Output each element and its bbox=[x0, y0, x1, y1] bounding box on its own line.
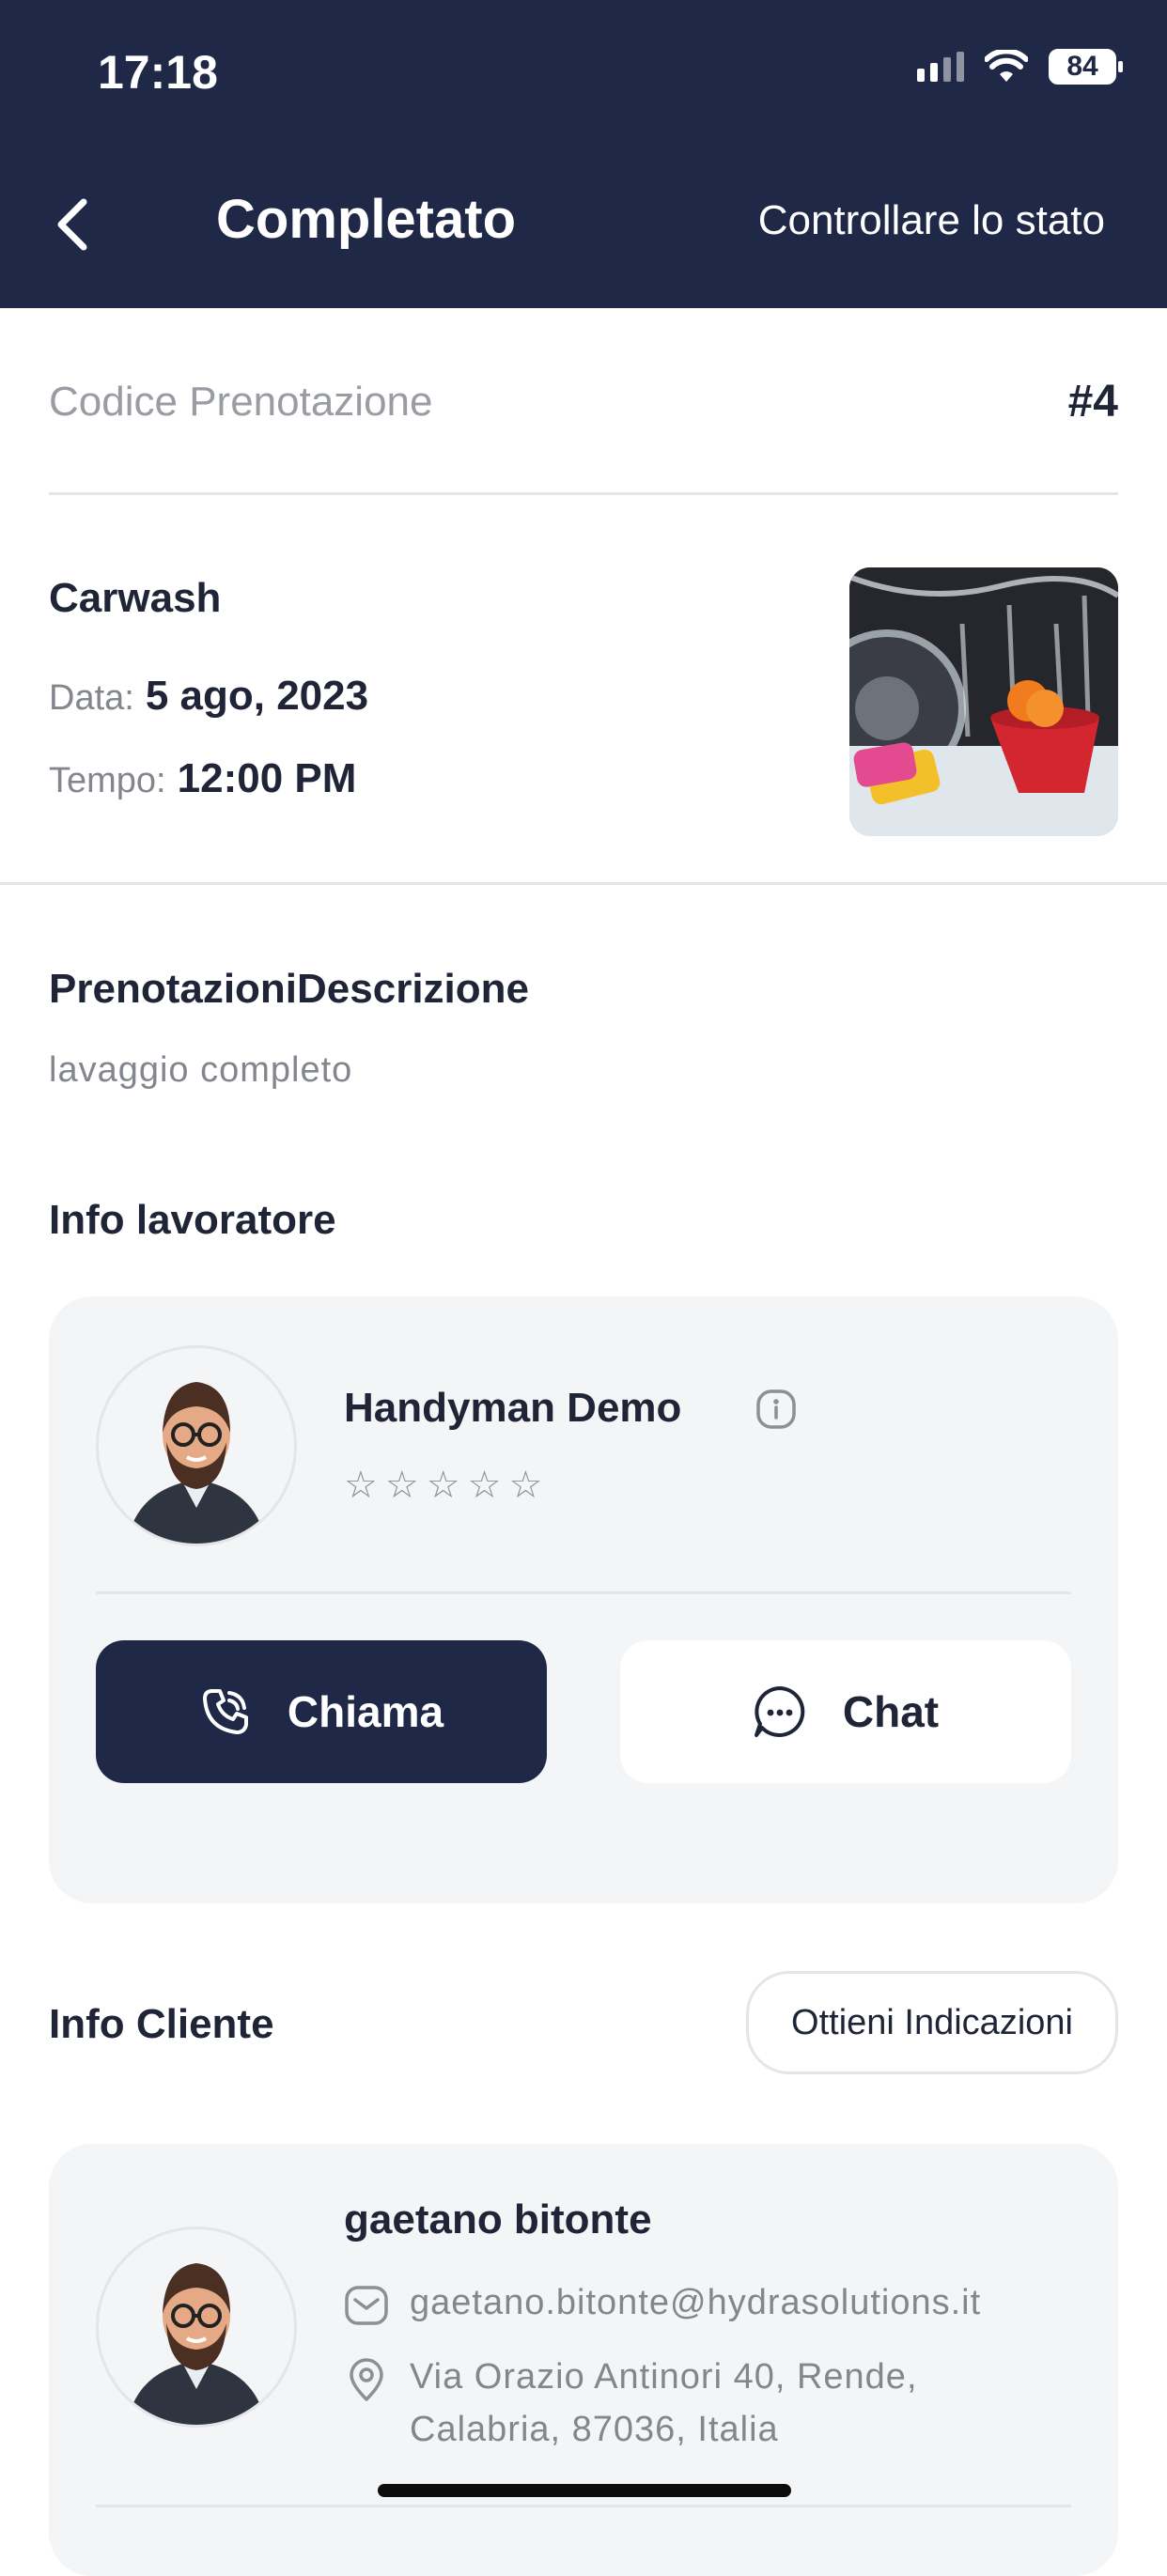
service-name: Carwash bbox=[49, 575, 222, 621]
status-time: 17:18 bbox=[98, 46, 218, 99]
status-icons: 84 bbox=[917, 49, 1123, 85]
back-button[interactable] bbox=[49, 192, 94, 257]
booking-code-row: Codice Prenotazione #4 bbox=[49, 376, 1118, 427]
divider bbox=[49, 492, 1118, 495]
get-directions-button[interactable]: Ottieni Indicazioni bbox=[746, 1971, 1118, 2074]
client-address-line-2: Calabria, 87036, Italia bbox=[410, 2410, 779, 2449]
chat-button[interactable]: Chat bbox=[620, 1640, 1071, 1783]
client-address-row[interactable]: Via Orazio Antinori 40, Rende, Calabria,… bbox=[344, 2357, 918, 2456]
worker-name: Handyman Demo bbox=[344, 1385, 682, 1431]
date-value: 5 ago, 2023 bbox=[145, 673, 369, 719]
home-indicator bbox=[378, 2484, 791, 2497]
description-text: lavaggio completo bbox=[49, 1050, 353, 1090]
call-button[interactable]: Chiama bbox=[96, 1640, 547, 1783]
check-status-button[interactable]: Controllare lo stato bbox=[758, 197, 1105, 244]
time-label: Tempo: bbox=[49, 761, 166, 800]
info-icon[interactable] bbox=[755, 1389, 797, 1435]
location-pin-icon bbox=[350, 2358, 383, 2401]
phone-icon bbox=[202, 1689, 248, 1734]
carwash-illustration bbox=[849, 567, 1118, 836]
chevron-left-icon bbox=[57, 198, 87, 251]
call-label: Chiama bbox=[287, 1687, 444, 1736]
divider bbox=[0, 882, 1167, 885]
star-icon: ☆ bbox=[426, 1465, 468, 1506]
booking-time: Tempo: 12:00 PM bbox=[49, 755, 356, 802]
mail-icon bbox=[345, 2286, 388, 2325]
description-title: PrenotazioniDescrizione bbox=[49, 966, 530, 1012]
divider bbox=[96, 1591, 1071, 1594]
client-name: gaetano bitonte bbox=[344, 2196, 652, 2242]
service-image bbox=[849, 567, 1118, 836]
chat-label: Chat bbox=[842, 1687, 940, 1736]
worker-section-title: Info lavoratore bbox=[49, 1197, 336, 1243]
time-value: 12:00 PM bbox=[177, 755, 357, 801]
avatar-illustration bbox=[127, 1382, 266, 1544]
chat-bubble-icon bbox=[754, 1686, 805, 1737]
wifi-icon bbox=[985, 50, 1028, 82]
client-address-line-1: Via Orazio Antinori 40, Rende, bbox=[410, 2357, 918, 2397]
star-icon: ☆ bbox=[344, 1465, 385, 1506]
avatar-illustration bbox=[127, 2263, 266, 2425]
battery-icon: 84 bbox=[1049, 49, 1123, 85]
star-icon: ☆ bbox=[384, 1465, 427, 1506]
date-label: Data: bbox=[49, 678, 134, 718]
rating-stars: ☆☆☆☆☆ bbox=[344, 1464, 550, 1507]
top-app-bar: 17:18 84 Completato Controllare lo stato bbox=[0, 0, 1167, 308]
battery-level: 84 bbox=[1066, 51, 1098, 82]
worker-avatar bbox=[96, 1345, 297, 1546]
star-icon: ☆ bbox=[508, 1465, 551, 1506]
page-title: Completato bbox=[216, 189, 516, 250]
cellular-signal-icon bbox=[917, 52, 964, 82]
client-email-row[interactable]: gaetano.bitonte@hydrasolutions.it bbox=[344, 2283, 981, 2328]
booking-code-label: Codice Prenotazione bbox=[49, 378, 433, 425]
client-avatar bbox=[96, 2227, 297, 2428]
booking-code-value: #4 bbox=[1067, 377, 1118, 427]
divider bbox=[96, 2505, 1071, 2507]
booking-date: Data: 5 ago, 2023 bbox=[49, 673, 368, 720]
client-section-title: Info Cliente bbox=[49, 2001, 274, 2047]
client-email: gaetano.bitonte@hydrasolutions.it bbox=[410, 2283, 982, 2322]
star-icon: ☆ bbox=[467, 1465, 509, 1506]
